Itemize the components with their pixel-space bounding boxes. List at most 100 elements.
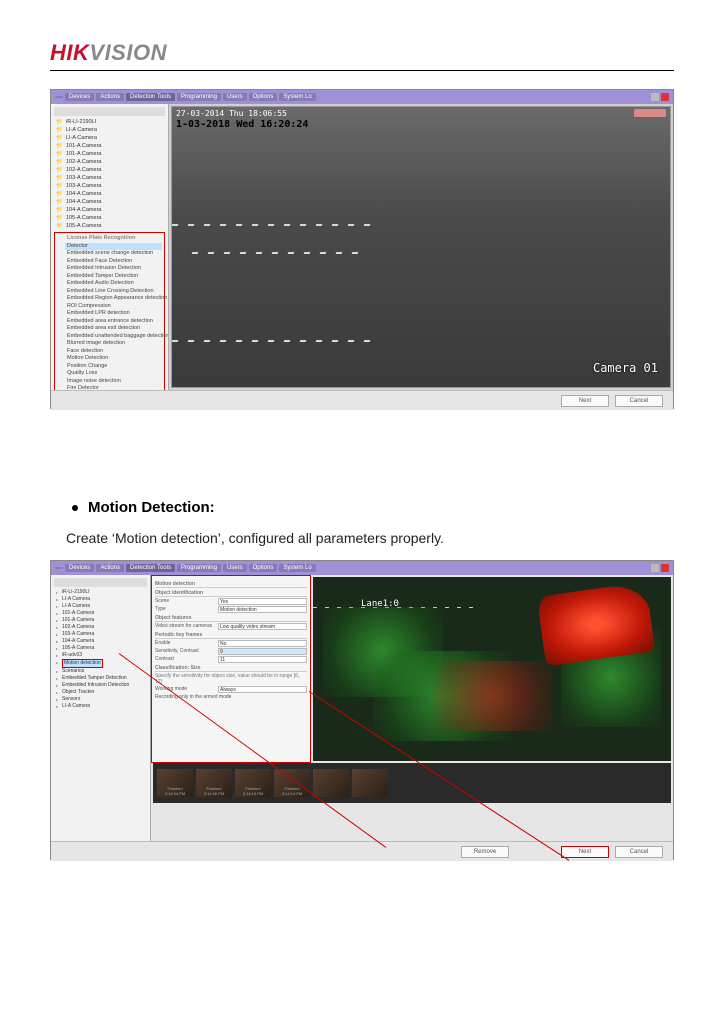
detector-item[interactable]: Embedded Intrusion Detection (65, 265, 162, 273)
minimize-icon[interactable] (651, 564, 659, 572)
tree-item[interactable]: 104-A Camera (58, 198, 165, 206)
tree-item[interactable]: 103-A Camera (58, 174, 165, 182)
tree-item[interactable]: 102-A Camera (56, 624, 147, 631)
prop-value[interactable]: Yes (218, 598, 307, 605)
detector-item[interactable]: Position Change (65, 363, 162, 371)
tree-item[interactable]: 102-A Camera (58, 166, 165, 174)
tree-item[interactable]: 101-A Camera (58, 150, 165, 158)
prop-row: Contrast11 (155, 656, 307, 663)
cancel-button[interactable]: Cancel (615, 846, 663, 858)
detector-item[interactable]: Embedded unattended baggage detection (65, 333, 162, 341)
tab-system-log[interactable]: System Lo (279, 93, 315, 101)
thumb-time: 3:14:14 PM (282, 791, 302, 796)
next-button[interactable]: Next (561, 395, 609, 407)
window-controls (651, 564, 669, 572)
close-icon[interactable] (661, 564, 669, 572)
tree-item[interactable]: 101-A Camera (58, 142, 165, 150)
tree-item[interactable]: 101-A Camera (56, 617, 147, 624)
tree-item[interactable]: Scenarios (56, 668, 147, 675)
tree-item[interactable]: iR-udv03 (56, 652, 147, 659)
detector-section-header[interactable]: License Plate Recognition (65, 235, 162, 243)
prop-value[interactable]: 11 (218, 656, 307, 663)
tab-actions[interactable]: Actions (96, 93, 124, 101)
device-tree[interactable]: iR-LI-2190LI LI-A Camera LI-A Camera 101… (51, 104, 169, 390)
detector-item[interactable]: Embedded scene change detection (65, 250, 162, 258)
tab-users[interactable]: Users (223, 564, 247, 572)
detector-item[interactable]: Embedded LPR detection (65, 310, 162, 318)
detector-item[interactable]: Quality Loss (65, 370, 162, 378)
tree-item[interactable]: LI-A Camera (56, 603, 147, 610)
tree-item[interactable]: LI-A Camera (58, 134, 165, 142)
remove-button[interactable]: Remove (461, 846, 509, 858)
detector-item-selected[interactable]: Detector (65, 243, 162, 251)
thumbnail[interactable]: Finished3:14:36 PM (196, 769, 232, 797)
device-tree[interactable]: iR-LI-2190LI LI-A Camera LI-A Camera 101… (51, 575, 151, 841)
tree-item[interactable]: 103-A Camera (56, 631, 147, 638)
tree-item[interactable]: 104-A Camera (56, 638, 147, 645)
prop-value[interactable]: No (218, 640, 307, 647)
tree-item[interactable]: Sensors (56, 696, 147, 703)
tree-item[interactable]: 104-A Camera (58, 206, 165, 214)
tab-blank[interactable] (55, 96, 63, 98)
prop-value[interactable]: Motion detection (218, 606, 307, 613)
tab-users[interactable]: Users (223, 93, 247, 101)
tree-item[interactable]: 105-A Camera (56, 645, 147, 652)
tree-item[interactable]: Object Tracker (56, 689, 147, 696)
detector-item[interactable]: Embedded area exit detection (65, 325, 162, 333)
tab-programming[interactable]: Programming (177, 564, 221, 572)
detector-item[interactable]: Embedded Face Detection (65, 258, 162, 266)
tree-item[interactable]: LI-A Camera (56, 703, 147, 710)
tree-item-selected[interactable]: Motion detection (56, 659, 147, 668)
tree-item[interactable]: 105-A Camera (58, 214, 165, 222)
tab-programming[interactable]: Programming (177, 93, 221, 101)
close-icon[interactable] (661, 93, 669, 101)
next-button[interactable]: Next (561, 846, 609, 858)
detector-item[interactable]: Embedded Region Appearance detection (65, 295, 162, 303)
thumbnail-strip[interactable]: Finished3:14:34 PM Finished3:14:36 PM Fi… (153, 763, 671, 803)
tab-devices[interactable]: Devices (65, 564, 94, 572)
detector-item[interactable]: Image noise detection (65, 378, 162, 386)
tree-item[interactable]: 103-A Camera (58, 182, 165, 190)
cancel-button[interactable]: Cancel (615, 395, 663, 407)
tab-options[interactable]: Options (249, 93, 278, 101)
detector-item[interactable]: Embedded area entrance detection (65, 318, 162, 326)
tree-item[interactable]: LI-A Camera (58, 126, 165, 134)
prop-key: Working mode (155, 686, 215, 693)
tree-item[interactable]: 101-A Camera (56, 610, 147, 617)
detector-item[interactable]: Motion Detection (65, 355, 162, 363)
thumbnail[interactable]: Finished3:14:18 PM (235, 769, 271, 797)
detector-item[interactable]: Embedded Audio Detection (65, 280, 162, 288)
tab-detection-tools[interactable]: Detection Tools (126, 93, 175, 101)
thumbnail[interactable]: Finished3:14:34 PM (157, 769, 193, 797)
tree-item[interactable]: LI-A Camera (56, 596, 147, 603)
detector-item[interactable]: Embedded Line Crossing Detection (65, 288, 162, 296)
tab-detection-tools[interactable]: Detection Tools (126, 564, 175, 572)
thumbnail[interactable]: Finished3:14:14 PM (274, 769, 310, 797)
tree-item[interactable]: 105-A Camera (58, 222, 165, 230)
prop-value[interactable]: Low quality video stream (218, 623, 307, 630)
tab-options[interactable]: Options (249, 564, 278, 572)
tab-devices[interactable]: Devices (65, 93, 94, 101)
working-mode-dropdown[interactable]: Always (218, 686, 307, 693)
camera-feed[interactable]: 27-03-2014 Thu 18:06:55 1-03-2018 Wed 16… (171, 106, 671, 388)
tree-root[interactable]: iR-LI-2190LI (56, 589, 147, 596)
thumbnail[interactable] (313, 769, 349, 797)
camera-preview-pane: 27-03-2014 Thu 18:06:55 1-03-2018 Wed 16… (169, 104, 673, 390)
detector-item[interactable]: Fire Detector (65, 385, 162, 390)
tree-item[interactable]: Embedded Tamper Detection (56, 675, 147, 682)
tree-item[interactable]: 102-A Camera (58, 158, 165, 166)
detector-item[interactable]: ROI Compression (65, 303, 162, 311)
minimize-icon[interactable] (651, 93, 659, 101)
tree-item[interactable]: Embedded Intrusion Detection (56, 682, 147, 689)
prop-value[interactable]: 9 (218, 648, 307, 655)
detector-item[interactable]: Blurred image detection (65, 340, 162, 348)
thumbnail[interactable] (352, 769, 388, 797)
tree-item[interactable]: 104-A Camera (58, 190, 165, 198)
tab-system-log[interactable]: System Lo (279, 564, 315, 572)
tab-actions[interactable]: Actions (96, 564, 124, 572)
detection-preview[interactable]: Lane1:0 (313, 577, 671, 761)
tab-blank[interactable] (55, 567, 63, 569)
tree-root[interactable]: iR-LI-2190LI (58, 118, 165, 126)
detector-item[interactable]: Face detection (65, 348, 162, 356)
detector-item[interactable]: Embedded Tamper Detection (65, 273, 162, 281)
